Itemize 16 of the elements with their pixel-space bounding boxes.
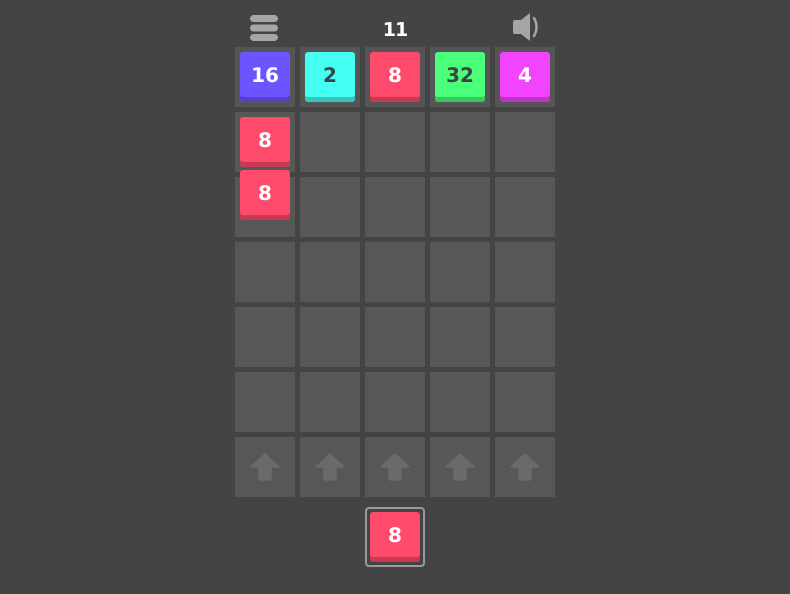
number-tile: 8 xyxy=(240,170,290,220)
drop-button[interactable] xyxy=(495,437,555,497)
drop-button[interactable] xyxy=(430,437,490,497)
menu-icon[interactable] xyxy=(250,14,278,40)
number-tile: 2 xyxy=(305,52,355,102)
number-tile: 4 xyxy=(500,52,550,102)
drop-button[interactable] xyxy=(365,437,425,497)
number-tile: 16 xyxy=(240,52,290,102)
drop-button[interactable] xyxy=(300,437,360,497)
score: 11 xyxy=(382,18,408,40)
speaker-icon[interactable] xyxy=(512,12,540,42)
next-tile: 8 xyxy=(370,512,420,562)
number-tile: 32 xyxy=(435,52,485,102)
drop-button[interactable] xyxy=(235,437,295,497)
number-tile: 8 xyxy=(370,52,420,102)
number-tile: 8 xyxy=(240,117,290,167)
